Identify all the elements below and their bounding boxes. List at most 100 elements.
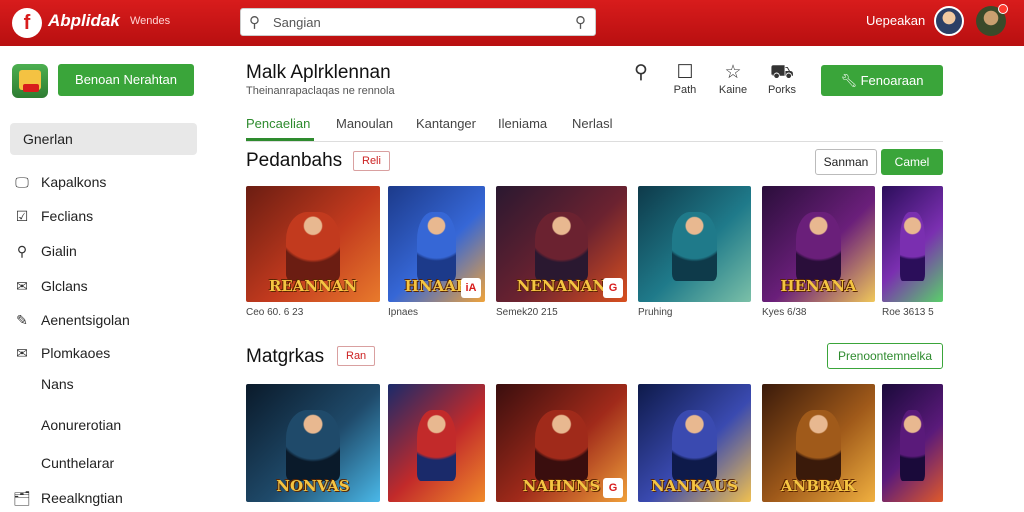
sidebar-item-0[interactable]: 🖵 Kapalkons [12, 172, 106, 192]
sidebar-item-label: Aenentsigolan [41, 312, 130, 328]
game-card[interactable] [882, 384, 943, 502]
header-action-3[interactable]: ⛟ Porks [762, 62, 802, 96]
location-icon: ⚲ [16, 243, 28, 259]
section-badge[interactable]: Ran [337, 346, 376, 366]
section-title: Matgrkas [246, 346, 325, 367]
game-art-title: ANBRAK [780, 477, 857, 495]
game-art-figure [900, 211, 925, 282]
game-card[interactable]: NONVAS [246, 384, 380, 502]
section-primary-button[interactable]: Camel [881, 149, 943, 175]
sidebar-subitem[interactable]: Nans [41, 376, 74, 392]
game-card-caption: Kyes 6/38 [762, 307, 807, 318]
tab-1[interactable]: Manoulan [336, 116, 393, 131]
cart-icon: ⛟ [770, 62, 794, 83]
tab-3[interactable]: Ileniama [498, 116, 547, 131]
game-art-title: NANKAUS [650, 477, 739, 495]
game-art-figure [795, 409, 842, 481]
game-art-title: NONVAS [276, 477, 350, 495]
sidebar-item-1[interactable]: ☑ Feclians [12, 206, 93, 226]
game-art-figure [286, 409, 340, 481]
game-art-title: HENANA [780, 277, 857, 295]
card-badge-icon: G [603, 278, 623, 298]
monitor-icon: 🖵 [15, 174, 29, 190]
section-title: Pedanbahs [246, 150, 343, 171]
brand-name[interactable]: Abplidak [48, 11, 120, 31]
install-label: Fenoaraan [860, 73, 924, 88]
game-card[interactable]: NANKAUS [638, 384, 751, 502]
game-art-figure [671, 409, 718, 481]
search-placeholder: Sangian [273, 15, 321, 30]
user-name[interactable]: Uepeakan [866, 13, 925, 28]
game-card[interactable]: NAHNNS G [496, 384, 627, 502]
tab-bar: Pencaelian Manoulan Kantanger Ileniama Nerla… [246, 116, 943, 142]
game-card[interactable]: REANNAN [246, 186, 380, 302]
game-card[interactable]: NENANAN G [496, 186, 627, 302]
notification-dot [998, 4, 1008, 14]
mail-icon: ✉ [16, 278, 28, 294]
inbox-icon: ✉ [16, 345, 28, 361]
app-icon-tag [23, 84, 39, 92]
chat-icon: ☐ [676, 62, 694, 83]
game-art-figure [535, 211, 588, 282]
sidebar-subitem[interactable]: Cunthelarar [41, 455, 114, 471]
checklist-icon: ☑ [15, 208, 29, 224]
search-submit-icon[interactable]: ⚲ [575, 13, 586, 31]
sidebar-item-2[interactable]: ⚲ Gialin [12, 241, 77, 261]
top-bar: f Abplidak Wendes ⚲ Sangian ⚲ Uepeakan [0, 0, 1024, 46]
game-card[interactable]: ANBRAK [762, 384, 875, 502]
header-action-0[interactable]: ⚲ [621, 62, 661, 84]
game-card-caption: Semek20 215 [496, 307, 558, 318]
header-action-label: Porks [767, 84, 797, 96]
section-secondary-button[interactable]: Sanman [815, 149, 877, 175]
install-button[interactable]: 🔧︎ Fenoaraan [821, 65, 943, 96]
star-icon: ☆ [724, 62, 742, 83]
sidebar-item-5[interactable]: ✉ Plomkaoes [12, 343, 110, 363]
game-art-figure [795, 211, 842, 282]
card-badge-icon: iA [461, 278, 481, 298]
search-input[interactable]: ⚲ Sangian ⚲ [240, 8, 596, 36]
brand-subtitle: Wendes [130, 15, 171, 27]
sidebar-cta-button[interactable]: Benoan Nerahtan [58, 64, 194, 96]
header-action-label: Path [673, 84, 697, 96]
game-card[interactable] [388, 384, 485, 502]
app-store-icon[interactable] [12, 64, 48, 98]
game-card[interactable] [882, 186, 943, 302]
game-card-caption: Pruhing [638, 307, 673, 318]
game-card[interactable]: HENANA [762, 186, 875, 302]
pen-icon: ✎ [16, 312, 28, 328]
sidebar-subitem[interactable]: Aonurerotian [41, 417, 121, 433]
sidebar-item-label: Glclans [41, 278, 88, 294]
sidebar-item-label: Plomkaoes [41, 345, 111, 361]
sidebar-item-4[interactable]: ✎ Aenentsigolan [12, 310, 130, 330]
game-art-figure [286, 211, 340, 282]
header-action-1[interactable]: ☐ Path [665, 62, 705, 96]
sidebar-item-bottom[interactable]: 🗂 Reealkngtian [12, 488, 123, 508]
search-icon: ⚲ [634, 62, 648, 83]
page-subtitle: Theinanrapaclaqas ne rennola [246, 85, 395, 97]
sidebar-item-active[interactable]: Gnerlan [10, 123, 197, 155]
sidebar-item-label: Kapalkons [41, 174, 107, 190]
game-art-figure [417, 409, 456, 481]
header-action-2[interactable]: ☆ Kaine [713, 62, 753, 96]
game-card[interactable] [638, 186, 751, 302]
sidebar-item-label: Gialin [41, 243, 77, 259]
tab-2[interactable]: Kantanger [416, 116, 476, 131]
app-logo[interactable]: f [12, 8, 42, 38]
game-art-figure [535, 409, 588, 481]
sidebar-item-label: Reealkngtian [41, 490, 123, 506]
section-badge[interactable]: Reli [353, 151, 390, 171]
active-tab-indicator [246, 138, 314, 141]
section-see-all-button[interactable]: Prenoontemnelka [827, 343, 943, 369]
folder-icon: 🗂 [13, 490, 31, 506]
game-card-caption: Roe 3613 5 [882, 307, 934, 318]
sidebar-item-3[interactable]: ✉ Glclans [12, 276, 88, 296]
tab-4[interactable]: Nerlasl [572, 116, 612, 131]
game-card[interactable]: HNAAR iA [388, 186, 485, 302]
game-card-caption: Ipnaes [388, 307, 419, 318]
page-title: Malk Aplrklennan [246, 62, 391, 83]
avatar[interactable] [934, 6, 964, 36]
game-art-figure [417, 211, 456, 282]
card-badge-icon: G [603, 478, 623, 498]
tab-0[interactable]: Pencaelian [246, 116, 310, 131]
game-art-figure [900, 409, 925, 481]
